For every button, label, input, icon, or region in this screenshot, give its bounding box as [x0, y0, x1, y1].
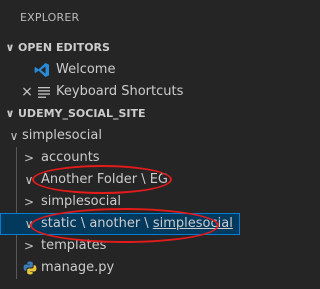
tree-file-manage-py[interactable]: manage.py — [0, 257, 240, 279]
chevron-right-icon: > — [23, 239, 35, 253]
vscode-icon — [34, 59, 50, 81]
open-editors-header[interactable]: ∨ OPEN EDITORS — [0, 37, 240, 59]
tree-folder-templates[interactable]: > templates — [0, 235, 240, 257]
tree-folder-another-folder-eg[interactable]: ∨ Another Folder \ EG — [0, 169, 240, 191]
folder-label: templates — [41, 238, 107, 253]
chevron-down-icon: ∨ — [24, 173, 34, 187]
tree-folder-simplesocial[interactable]: > simplesocial — [0, 191, 240, 213]
open-editors-label: OPEN EDITORS — [18, 41, 110, 54]
open-editor-keyboard-shortcuts[interactable]: × Keyboard Shortcuts — [0, 81, 240, 103]
folder-path-prefix: static \ another \ — [41, 216, 153, 231]
folder-label: Another Folder \ EG — [41, 172, 169, 187]
list-icon — [36, 81, 52, 103]
welcome-label: Welcome — [56, 62, 116, 77]
chevron-right-icon: > — [23, 151, 35, 165]
chevron-down-icon: ∨ — [24, 217, 34, 231]
workspace-label: UDEMY_SOCIAL_SITE — [18, 107, 146, 120]
chevron-down-icon: ∨ — [5, 41, 15, 54]
file-label: manage.py — [41, 260, 115, 275]
close-icon[interactable]: × — [19, 81, 35, 103]
workspace-header[interactable]: ∨ UDEMY_SOCIAL_SITE — [0, 103, 240, 125]
open-editor-welcome[interactable]: Welcome — [0, 59, 240, 81]
explorer-title: EXPLORER — [20, 11, 80, 24]
folder-path-label: static \ another \ simplesocial — [41, 213, 233, 235]
chevron-right-icon: > — [23, 195, 35, 209]
folder-label: accounts — [41, 150, 100, 165]
folder-label: simplesocial — [22, 128, 102, 143]
tree-folder-accounts[interactable]: > accounts — [0, 147, 240, 169]
tree-folder-static-another-simplesocial[interactable]: ∨ static \ another \ simplesocial — [0, 213, 240, 235]
chevron-down-icon: ∨ — [9, 129, 19, 143]
folder-path-last-segment: simplesocial — [152, 216, 233, 231]
python-icon — [22, 257, 38, 279]
keyboard-shortcuts-label: Keyboard Shortcuts — [56, 84, 184, 99]
chevron-down-icon: ∨ — [5, 107, 15, 120]
tree-folder-simplesocial-root[interactable]: ∨ simplesocial — [0, 125, 240, 147]
folder-label: simplesocial — [41, 194, 121, 209]
